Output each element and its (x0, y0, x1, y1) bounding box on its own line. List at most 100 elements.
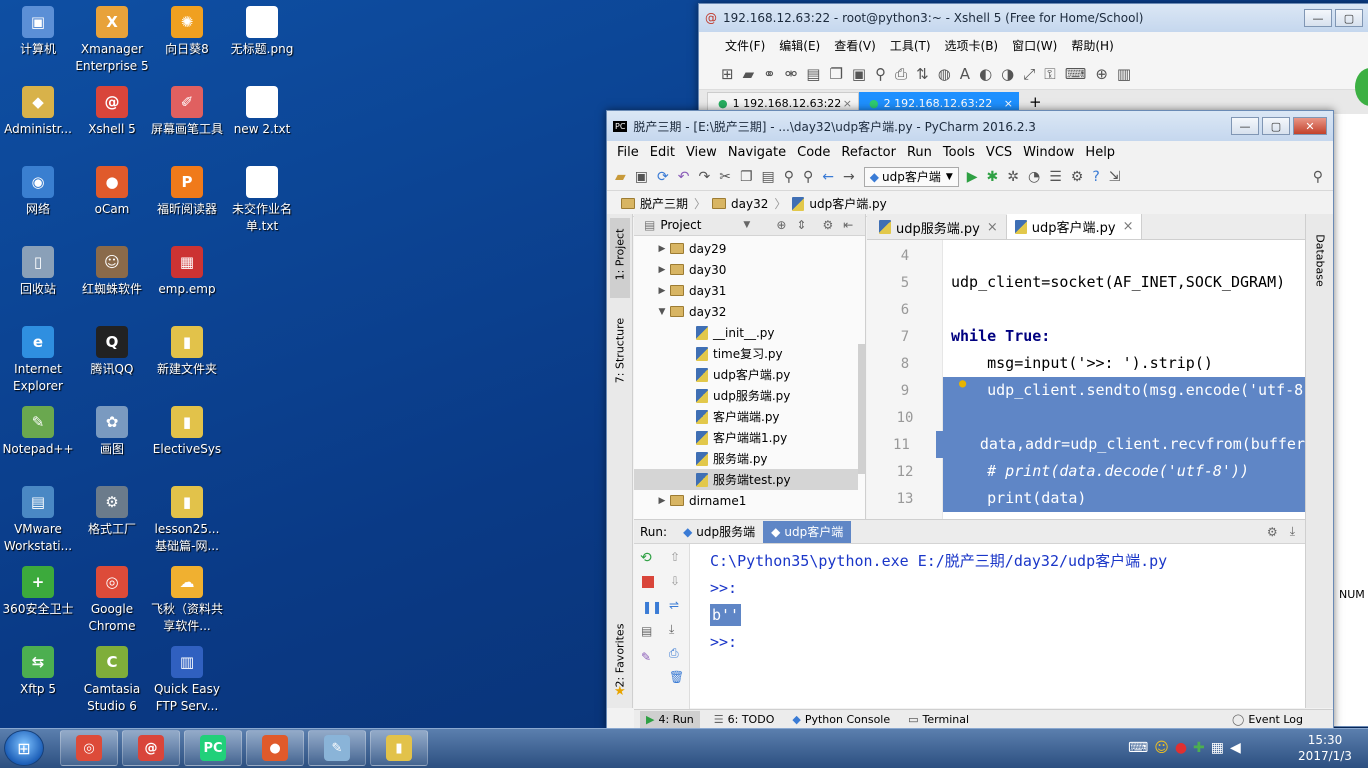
profile-icon[interactable]: ◔ (1028, 169, 1040, 185)
desktop-icon[interactable]: ▯ 回收站 (0, 246, 76, 298)
desktop-icon[interactable]: ▭ 无标题.png (224, 6, 300, 58)
run-tool-button[interactable]: ▶ 4: Run (640, 710, 700, 729)
taskbar-app-xshell[interactable]: @ (122, 730, 180, 766)
tree-file[interactable]: 服务端.py (634, 448, 858, 469)
project-tool-tab[interactable]: 1: Project (610, 218, 630, 298)
close-icon[interactable]: × (1004, 97, 1013, 110)
desktop-icon[interactable]: ✿ 画图 (74, 406, 150, 458)
pycharm-window[interactable]: PC 脱产三期 - [E:\脱产三期] - ...\day32\udp客户端.p… (606, 110, 1334, 729)
python-console-button[interactable]: ◆ Python Console (792, 713, 890, 726)
gear-icon[interactable]: ⚙ (1267, 525, 1278, 539)
menu-help[interactable]: Help (1085, 145, 1115, 160)
menu-tools[interactable]: Tools (943, 145, 975, 160)
tree-file[interactable]: time复习.py (634, 343, 858, 364)
pause-icon[interactable]: ❚❚ (642, 600, 662, 614)
add-icon[interactable]: ⊕ (1095, 65, 1117, 83)
down-icon[interactable]: ⇩ (670, 574, 680, 588)
lock-icon[interactable]: ⚿ (1044, 65, 1064, 83)
add-tab-button[interactable]: + (1029, 93, 1042, 111)
pin-icon[interactable]: ✎ (641, 650, 651, 664)
forward-icon[interactable]: → (843, 169, 855, 185)
dump-threads-icon[interactable]: ▤ (641, 624, 652, 638)
menu-window[interactable]: Window (1023, 145, 1074, 160)
xshell-minimize-button[interactable]: — (1304, 9, 1332, 27)
record-icon[interactable]: ● (1175, 740, 1193, 756)
desktop-icon[interactable]: ◎ Google Chrome (74, 566, 150, 635)
print-icon[interactable]: ⎙ (895, 65, 916, 83)
tree-file[interactable]: udp服务端.py (634, 385, 858, 406)
tree-file[interactable]: __init__.py (634, 322, 858, 343)
menu-edit[interactable]: Edit (650, 145, 675, 160)
open-icon[interactable]: ▰ (615, 169, 626, 185)
menu-run[interactable]: Run (907, 145, 932, 160)
xshell-menu-edit[interactable]: 编辑(E) (779, 37, 820, 54)
paste-icon[interactable]: ▣ (852, 65, 875, 83)
debug-icon[interactable]: ✱ (987, 169, 999, 185)
menu-navigate[interactable]: Navigate (728, 145, 786, 160)
tree-folder[interactable]: ▶ day31 (634, 280, 858, 301)
globe-icon[interactable]: ◍ (938, 65, 960, 83)
font-icon[interactable]: A (960, 65, 979, 83)
terminal-button[interactable]: ▭ Terminal (908, 713, 969, 726)
pycharm-maximize-button[interactable]: ▢ (1262, 117, 1290, 135)
find-icon[interactable]: ⚲ (784, 169, 794, 185)
desktop-icon[interactable]: @ Xshell 5 (74, 86, 150, 138)
xshell-titlebar[interactable]: @ 192.168.12.63:22 - root@python3:~ - Xs… (699, 4, 1368, 32)
desktop-icon[interactable]: ☁ 飞秋（资料共享软件... (149, 566, 225, 635)
close-icon[interactable]: × (843, 97, 852, 110)
keyboard-icon[interactable]: ⌨ (1128, 740, 1154, 756)
editor-tab-udp-server[interactable]: udp服务端.py × (871, 215, 1007, 239)
properties-icon[interactable]: ▤ (806, 65, 829, 83)
menu-vcs[interactable]: VCS (986, 145, 1012, 160)
taskbar-app-ocam[interactable]: ● (246, 730, 304, 766)
desktop-icon[interactable]: ⚙ 格式工厂 (74, 486, 150, 538)
database-tool-label[interactable]: Database (1314, 231, 1327, 291)
breadcrumb-folder[interactable]: day32 (731, 197, 768, 211)
taskbar-app-chrome[interactable]: ◎ (60, 730, 118, 766)
desktop-icon[interactable]: P 福昕阅读器 (149, 166, 225, 218)
settings-icon[interactable]: ⚙ (1071, 169, 1084, 185)
pycharm-minimize-button[interactable]: — (1231, 117, 1259, 135)
desktop-icon[interactable]: +360安全卫士 (0, 566, 76, 618)
xshell-menu-help[interactable]: 帮助(H) (1071, 37, 1113, 54)
link-icon[interactable]: ⚭ (763, 65, 785, 83)
print-icon[interactable]: ⎙ (669, 646, 679, 661)
qq-icon[interactable]: ☺ (1154, 740, 1175, 756)
pycharm-titlebar[interactable]: PC 脱产三期 - [E:\脱产三期] - ...\day32\udp客户端.p… (607, 111, 1333, 141)
xshell-menu-view[interactable]: 查看(V) (834, 37, 876, 54)
coverage-icon[interactable]: ✲ (1007, 169, 1019, 185)
concurrency-icon[interactable]: ☰ (1049, 169, 1062, 185)
desktop-icon[interactable]: X Xmanager Enterprise 5 (74, 6, 150, 75)
collapse-icon[interactable]: ⇕ (796, 218, 806, 232)
unlink-icon[interactable]: ⚮ (785, 65, 807, 83)
hide-icon[interactable]: ⤓ (1290, 524, 1295, 539)
chevron-right-icon[interactable]: ▶ (654, 286, 670, 296)
back-icon[interactable]: ← (822, 169, 834, 185)
transfer-icon[interactable]: ⇅ (916, 65, 938, 83)
taskbar-app-explorer[interactable]: ▮ (370, 730, 428, 766)
record-icon[interactable]: ◑ (1001, 65, 1023, 83)
desktop-icon[interactable]: ▮ ElectiveSys (149, 406, 225, 458)
run-icon[interactable]: ▶ (967, 169, 978, 185)
run-tab-udp-server[interactable]: ◆ udp服务端 (675, 521, 763, 543)
tree-file[interactable]: 服务端test.py (634, 469, 858, 490)
menu-refactor[interactable]: Refactor (841, 145, 896, 160)
close-icon[interactable]: × (987, 220, 998, 235)
run-config-select[interactable]: ◆ udp客户端 ▼ (863, 166, 959, 187)
tree-file[interactable]: 客户端端1.py (634, 427, 858, 448)
scroll-to-end-icon[interactable]: ⤓ (669, 622, 674, 637)
chevron-right-icon[interactable]: ▶ (654, 496, 670, 506)
fullscreen-icon[interactable]: ⤢ (1023, 65, 1044, 83)
xshell-menu-window[interactable]: 窗口(W) (1012, 37, 1057, 54)
start-button[interactable]: ⊞ (4, 730, 44, 766)
desktop-icon[interactable]: Q 腾讯QQ (74, 326, 150, 378)
keyboard-icon[interactable]: ⌨ (1065, 65, 1096, 83)
tree-folder[interactable]: ▼ day32 (634, 301, 858, 322)
xshell-terminal[interactable] (1335, 114, 1368, 614)
stop-icon[interactable] (642, 576, 654, 588)
layout-icon[interactable]: ▥ (1117, 65, 1140, 83)
up-icon[interactable]: ⇧ (670, 550, 680, 564)
structure-tool-label[interactable]: 7: Structure (614, 308, 627, 394)
desktop-icon[interactable]: ☺ 红蜘蛛软件 (74, 246, 150, 298)
desktop-icon[interactable]: ▮ lesson25...基础篇-网... (149, 486, 225, 555)
